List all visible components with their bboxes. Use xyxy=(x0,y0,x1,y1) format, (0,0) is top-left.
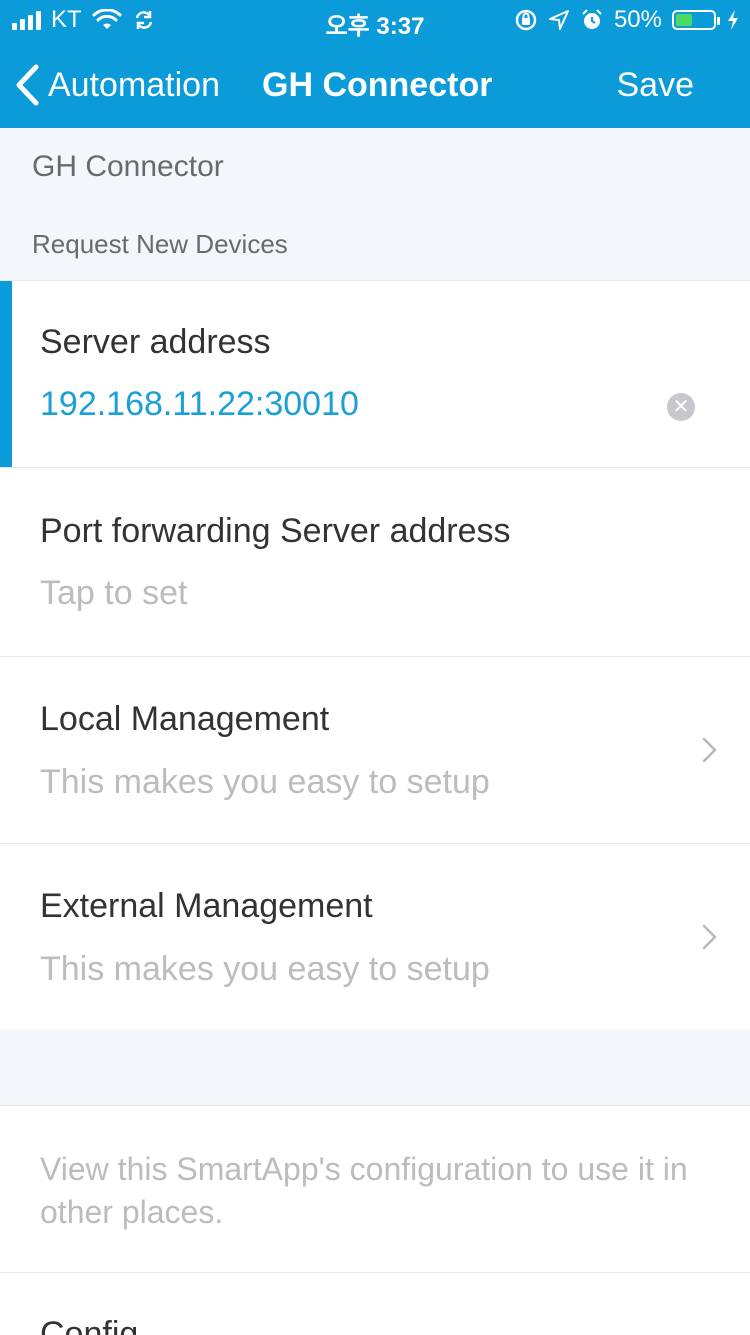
port-forwarding-row[interactable]: Port forwarding Server address Tap to se… xyxy=(0,468,750,657)
chevron-right-icon xyxy=(702,924,717,950)
alarm-icon xyxy=(582,9,602,29)
local-management-description: This makes you easy to setup xyxy=(40,763,490,801)
config-label: Config xyxy=(40,1315,139,1335)
battery-icon xyxy=(672,10,720,30)
settings-list: Server address 192.168.11.22:30010 ✕ Por… xyxy=(0,280,750,1031)
section-spacer xyxy=(0,1030,750,1105)
focus-indicator xyxy=(0,281,12,467)
chevron-left-icon xyxy=(16,64,39,106)
server-address-label: Server address xyxy=(40,323,271,361)
page-title: GH Connector xyxy=(262,65,493,104)
local-management-row[interactable]: Local Management This makes you easy to … xyxy=(0,657,750,844)
battery-fill xyxy=(676,14,692,26)
navigation-bar: Automation GH Connector Save xyxy=(0,48,750,122)
external-management-row[interactable]: External Management This makes you easy … xyxy=(0,844,750,1031)
status-right: 50% xyxy=(514,6,740,34)
server-address-input[interactable]: 192.168.11.22:30010 xyxy=(40,385,359,424)
clear-input-icon[interactable]: ✕ xyxy=(667,393,695,421)
port-forwarding-input[interactable]: Tap to set xyxy=(40,574,187,613)
local-management-label: Local Management xyxy=(40,700,330,738)
status-bar: KT 오후 3:37 50% xyxy=(0,0,750,40)
back-button[interactable]: Automation xyxy=(14,48,220,122)
port-forwarding-label: Port forwarding Server address xyxy=(40,512,511,550)
server-address-row[interactable]: Server address 192.168.11.22:30010 ✕ xyxy=(0,281,750,468)
top-bar: KT 오후 3:37 50% Automation GH Connector S… xyxy=(0,0,750,128)
save-button[interactable]: Save xyxy=(617,48,695,122)
orientation-lock-icon xyxy=(515,9,537,31)
charging-icon xyxy=(728,10,738,30)
back-label: Automation xyxy=(48,65,220,104)
external-management-description: This makes you easy to setup xyxy=(40,950,490,988)
info-section: View this SmartApp's configuration to us… xyxy=(0,1105,750,1335)
battery-percent: 50% xyxy=(613,6,662,33)
location-icon xyxy=(548,10,569,30)
info-row: View this SmartApp's configuration to us… xyxy=(0,1106,750,1273)
app-name-heading: GH Connector xyxy=(32,150,224,183)
config-row[interactable]: Config xyxy=(0,1273,750,1335)
external-management-label: External Management xyxy=(40,887,373,925)
chevron-right-icon xyxy=(702,737,717,763)
info-text: View this SmartApp's configuration to us… xyxy=(40,1151,688,1230)
section-subheader: Request New Devices xyxy=(32,229,288,259)
